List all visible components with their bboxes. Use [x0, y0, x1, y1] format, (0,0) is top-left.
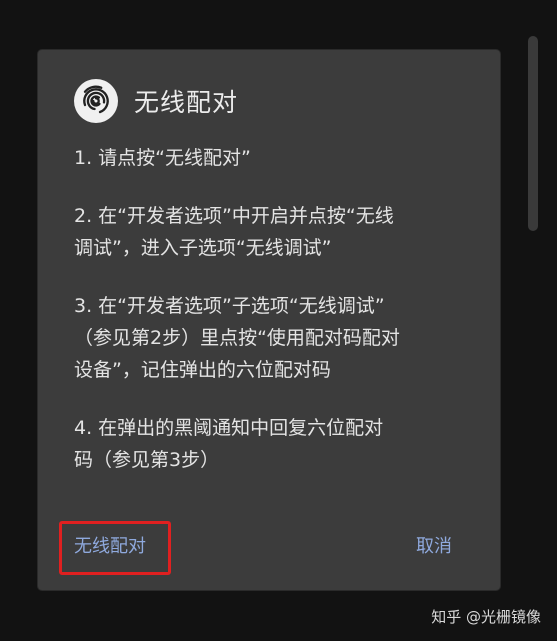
- step-4: 4. 在弹出的黑阈通知中回复六位配对 码（参见第3步）: [74, 412, 484, 476]
- scrollbar[interactable]: [528, 36, 538, 231]
- step-1: 1. 请点按“无线配对”: [74, 142, 484, 174]
- step-3-line-1: 3. 在“开发者选项”子选项“无线调试”: [74, 295, 385, 317]
- step-3-line-2: （参见第2步）里点按“使用配对码配对: [74, 327, 400, 349]
- step-3: 3. 在“开发者选项”子选项“无线调试” （参见第2步）里点按“使用配对码配对 …: [74, 290, 484, 386]
- wireless-pair-button[interactable]: 无线配对: [74, 535, 146, 559]
- watermark: 知乎 @光栅镜像: [431, 608, 541, 626]
- step-3-line-3: 设备”，记住弹出的六位配对码: [74, 359, 331, 381]
- step-1-line-1: 1. 请点按“无线配对”: [74, 147, 251, 169]
- step-4-line-2: 码（参见第3步）: [74, 449, 220, 471]
- dialog-title: 无线配对: [134, 88, 239, 117]
- swirl-logo-icon: [74, 79, 118, 123]
- cancel-button[interactable]: 取消: [416, 535, 452, 559]
- step-2-line-1: 2. 在“开发者选项”中开启并点按“无线: [74, 205, 394, 227]
- step-2: 2. 在“开发者选项”中开启并点按“无线 调试”，进入子选项“无线调试”: [74, 200, 484, 264]
- dialog-instructions: 1. 请点按“无线配对” 2. 在“开发者选项”中开启并点按“无线 调试”，进入…: [74, 142, 484, 502]
- wireless-pairing-dialog: 无线配对 1. 请点按“无线配对” 2. 在“开发者选项”中开启并点按“无线 调…: [38, 50, 500, 590]
- step-4-line-1: 4. 在弹出的黑阈通知中回复六位配对: [74, 417, 384, 439]
- step-2-line-2: 调试”，进入子选项“无线调试”: [74, 237, 332, 259]
- dialog-header: 无线配对: [74, 76, 238, 126]
